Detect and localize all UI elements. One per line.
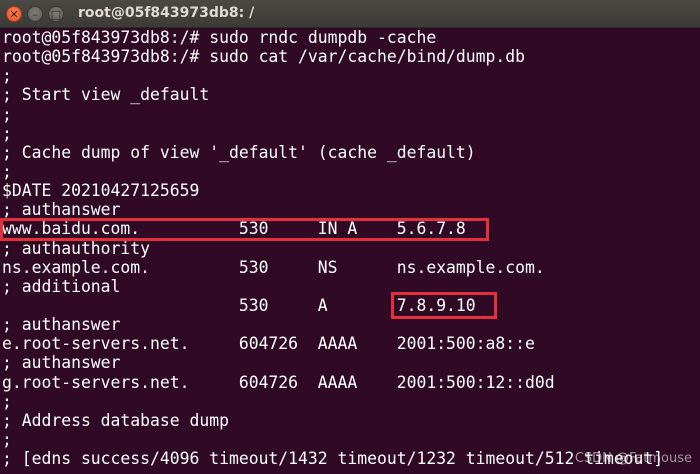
- terminal-line: root@05f843973db8:/# sudo rndc dumpdb -c…: [2, 28, 437, 47]
- terminal-line: root@05f843973db8:/# sudo cat /var/cache…: [2, 47, 526, 67]
- terminal-line: ; additional: [2, 276, 121, 296]
- terminal-line: ;: [2, 123, 12, 143]
- terminal-line: g.root-servers.net. 604726 AAAA 2001:500…: [2, 372, 555, 392]
- terminal-line: 530 A 7.8.9.10: [2, 295, 476, 315]
- highlight-box-additional-address: [391, 292, 497, 319]
- terminal-output[interactable]: root@05f843973db8:/# sudo rndc dumpdb -c…: [2, 28, 700, 474]
- watermark: CSDN @Fatmouse: [574, 451, 692, 466]
- terminal-line: ;: [2, 104, 12, 124]
- terminal-line: ;: [2, 391, 12, 411]
- minimize-icon: –: [32, 8, 38, 21]
- close-button[interactable]: ✕: [6, 6, 22, 22]
- terminal-window: ✕ – □ root@05f843973db8: / root@05f84397…: [0, 0, 700, 474]
- terminal-line: ns.example.com. 530 NS ns.example.com.: [2, 257, 545, 277]
- terminal-line: ;: [2, 66, 12, 86]
- terminal-line: ; authauthority: [2, 238, 151, 258]
- window-title: root@05f843973db8: /: [78, 5, 255, 21]
- terminal-line: ; authanswer: [2, 315, 121, 335]
- close-icon: ✕: [9, 8, 19, 21]
- highlight-box-baidu-record: [0, 218, 489, 241]
- terminal-line: ; Start view _default: [2, 85, 210, 105]
- minimize-button[interactable]: –: [27, 6, 43, 22]
- maximize-icon: □: [50, 8, 62, 21]
- maximize-button[interactable]: □: [48, 6, 64, 22]
- terminal-line: ; Address database dump: [2, 410, 229, 430]
- terminal-line: ; Cache dump of view '_default' (cache _…: [2, 142, 476, 162]
- terminal-line: ; authanswer: [2, 353, 121, 373]
- terminal-line: e.root-servers.net. 604726 AAAA 2001:500…: [2, 334, 535, 354]
- terminal-line: $DATE 20210427125659: [2, 181, 200, 201]
- title-bar: ✕ – □ root@05f843973db8: /: [0, 0, 700, 28]
- terminal-line: ; authanswer: [2, 200, 121, 220]
- terminal-line: ;: [2, 429, 12, 449]
- terminal-line: ;: [2, 161, 12, 181]
